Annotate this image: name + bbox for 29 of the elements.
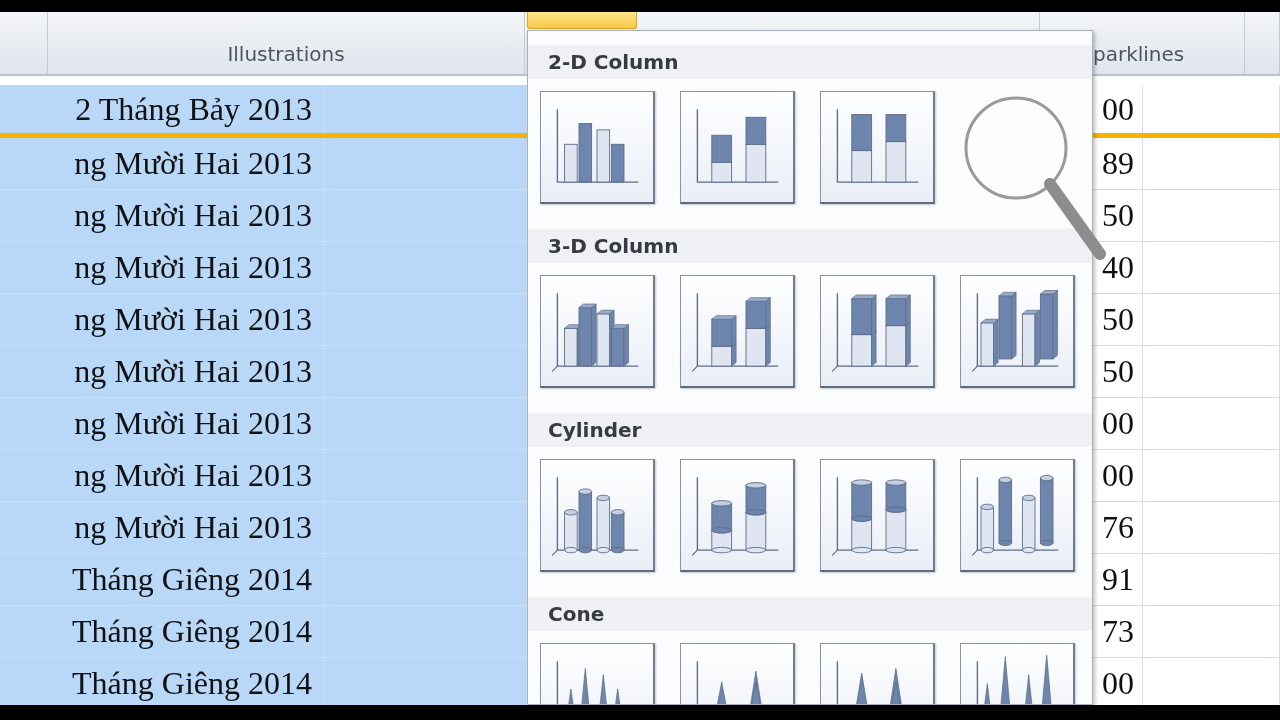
date-cell: ng Mười Hai 2013: [0, 502, 325, 553]
section-heading: Cylinder: [528, 413, 1092, 447]
date-cell: ng Mười Hai 2013: [0, 242, 325, 293]
chart-type-button[interactable]: [680, 459, 795, 572]
group-label: parklines: [1093, 42, 1185, 66]
chart-type-button[interactable]: [820, 91, 935, 204]
chart-type-button[interactable]: [960, 459, 1075, 572]
date-cell: ng Mười Hai 2013: [0, 450, 325, 501]
date-cell: 2 Tháng Bảy 2013: [0, 85, 325, 133]
date-cell: ng Mười Hai 2013: [0, 294, 325, 345]
section-heading: Cone: [528, 597, 1092, 631]
chart-type-button[interactable]: [820, 459, 935, 572]
chart-type-button[interactable]: [540, 459, 655, 572]
date-cell: ng Mười Hai 2013: [0, 346, 325, 397]
section-heading: 2-D Column: [528, 45, 1092, 79]
date-cell: ng Mười Hai 2013: [0, 138, 325, 189]
date-cell: ng Mười Hai 2013: [0, 398, 325, 449]
chart-type-button[interactable]: [680, 91, 795, 204]
chart-type-button[interactable]: [820, 275, 935, 388]
date-cell: Tháng Giêng 2014: [0, 554, 325, 605]
chart-type-button[interactable]: [540, 275, 655, 388]
date-cell: ng Mười Hai 2013: [0, 190, 325, 241]
section-heading: 3-D Column: [528, 229, 1092, 263]
date-cell: Tháng Giêng 2014: [0, 658, 325, 705]
chart-type-button[interactable]: [680, 275, 795, 388]
group-label: Illustrations: [227, 42, 345, 66]
chart-type-button[interactable]: [540, 91, 655, 204]
date-cell: Tháng Giêng 2014: [0, 606, 325, 657]
chart-type-button[interactable]: [960, 275, 1075, 388]
